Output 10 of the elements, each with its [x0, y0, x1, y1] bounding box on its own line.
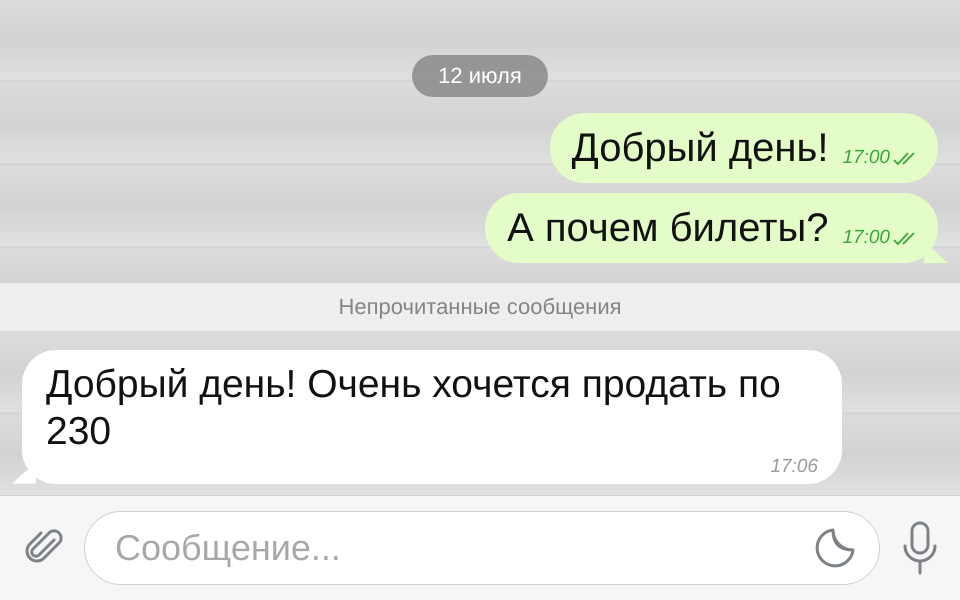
message-text: Добрый день! Очень хочется продать по 230: [46, 362, 782, 455]
message-time: 17:00: [842, 227, 890, 250]
message-field[interactable]: Сообщение...: [84, 511, 880, 585]
sticker-icon[interactable]: [813, 526, 857, 570]
message-input[interactable]: Сообщение...: [115, 527, 813, 569]
message-text: А почем билеты?: [507, 205, 828, 252]
message-text: Добрый день!: [572, 125, 828, 172]
date-badge: 12 июля: [412, 55, 548, 97]
message-time: 17:06: [770, 456, 818, 478]
message-time: 17:00: [842, 147, 890, 170]
